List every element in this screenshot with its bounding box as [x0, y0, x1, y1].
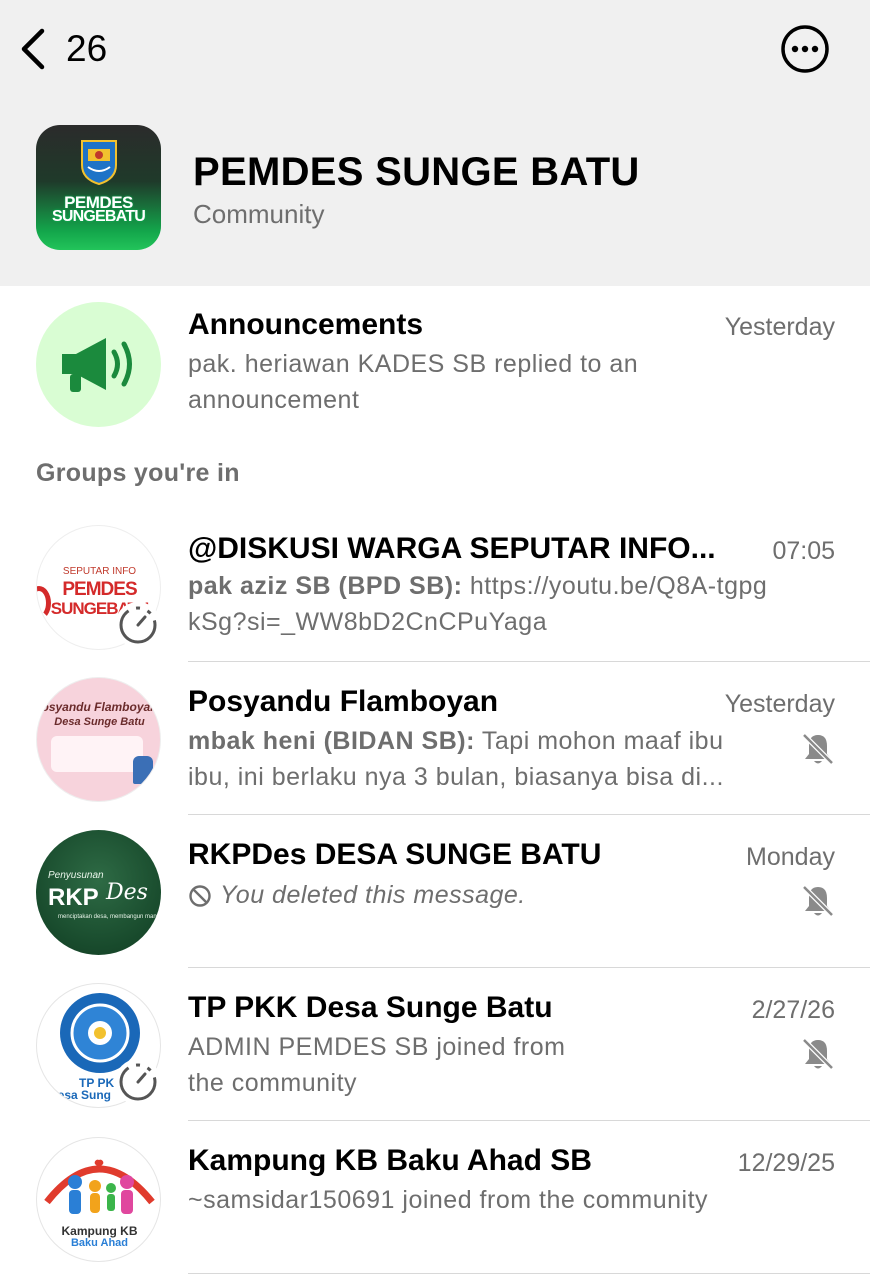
- group-row[interactable]: Penyusunan RKP Des menciptakan desa, mem…: [0, 816, 870, 968]
- group-row[interactable]: Kampung KB Baku Ahad Kampung KB Baku Aha…: [0, 1122, 870, 1280]
- group-preview: ADMIN PEMDES SB joined from the communit…: [188, 1033, 566, 1097]
- avatar-text: osyandu Flamboyan: [41, 700, 158, 714]
- divider: [188, 661, 870, 662]
- group-avatar: osyandu Flamboyan Desa Sunge Batu: [36, 677, 161, 802]
- group-preview: ~samsidar150691 joined from the communit…: [188, 1186, 709, 1214]
- community-avatar[interactable]: PEMDES SUNGEBATU: [36, 125, 161, 250]
- preview-message: You deleted this message.: [220, 881, 526, 909]
- divider: [188, 967, 870, 968]
- back-button[interactable]: 26: [16, 24, 126, 74]
- announcements-avatar: [36, 302, 161, 427]
- group-avatar: Penyusunan RKP Des menciptakan desa, mem…: [36, 830, 161, 955]
- group-title: Posyandu Flamboyan: [188, 685, 499, 718]
- disappearing-timer-icon: [115, 602, 161, 648]
- groups-section-label: Groups you're in: [36, 459, 240, 487]
- divider: [188, 1120, 870, 1121]
- megaphone-icon: [62, 338, 132, 392]
- avatar-text: SEPUTAR INFO: [62, 566, 137, 577]
- preview-sender: mbak heni (BIDAN SB):: [188, 727, 475, 755]
- community-subtitle: Community: [193, 199, 325, 229]
- group-time: 12/29/25: [737, 1149, 835, 1177]
- avatar-text: Penyusunan: [48, 870, 104, 881]
- group-row[interactable]: osyandu Flamboyan Desa Sunge Batu Posyan…: [0, 663, 870, 815]
- divider: [188, 1273, 870, 1274]
- logo-text-line2: SUNGEBATU: [52, 208, 146, 225]
- group-preview: You deleted this message.: [188, 877, 773, 913]
- group-preview: pak aziz SB (BPD SB): https://youtu.be/Q…: [188, 568, 773, 640]
- avatar-text: Desa Sung: [49, 1088, 112, 1102]
- back-count: 26: [66, 28, 108, 69]
- group-time: Monday: [746, 843, 835, 871]
- group-avatar: Kampung KB Baku Ahad: [36, 1137, 161, 1262]
- avatar-text: Kampung KB: [61, 1224, 138, 1238]
- group-preview: mbak heni (BIDAN SB): Tapi mohon maaf ib…: [188, 723, 773, 795]
- group-title: @DISKUSI WARGA SEPUTAR INFO...: [188, 532, 716, 565]
- avatar-text: PEMDES: [62, 579, 137, 600]
- announcements-row[interactable]: Announcements Yesterday pak. heriawan KA…: [0, 286, 870, 446]
- avatar-text: Baku Ahad: [70, 1237, 129, 1249]
- muted-bell-icon: [802, 885, 834, 917]
- muted-bell-icon: [802, 733, 834, 765]
- group-time: 2/27/26: [751, 996, 835, 1024]
- emblem-icon: [81, 140, 117, 185]
- deleted-message-icon: [189, 885, 211, 907]
- community-title: PEMDES SUNGE BATU: [193, 150, 640, 194]
- disappearing-timer-icon: [115, 1059, 161, 1105]
- muted-bell-icon: [802, 1038, 834, 1070]
- avatar-text: RKP: [48, 884, 99, 911]
- announcements-time: Yesterday: [724, 313, 835, 341]
- community-header: 26 PEMDES SUNGEBATU PEMDES SUNGE BATU Co…: [0, 0, 870, 286]
- group-title: TP PKK Desa Sunge Batu: [188, 991, 553, 1024]
- announcements-preview: pak. heriawan KADES SB replied to an ann…: [188, 350, 639, 414]
- group-title: RKPDes DESA SUNGE BATU: [188, 838, 602, 871]
- avatar-text: Des: [106, 880, 148, 905]
- more-options-icon[interactable]: [780, 24, 830, 74]
- announcements-title: Announcements: [188, 308, 424, 341]
- group-title: Kampung KB Baku Ahad SB: [188, 1144, 592, 1177]
- group-time: Yesterday: [724, 690, 835, 718]
- chevron-left-icon: [21, 28, 45, 70]
- family-icon: [44, 1159, 155, 1214]
- preview-sender: pak aziz SB (BPD SB):: [188, 572, 463, 600]
- avatar-text: Desa Sunge Batu: [54, 716, 145, 728]
- divider: [188, 814, 870, 815]
- group-row[interactable]: SEPUTAR INFO PEMDES SUNGEBATU @DISKUSI W…: [0, 510, 870, 662]
- group-row[interactable]: TP PK Desa Sung TP PKK Desa Sunge Batu 2…: [0, 969, 870, 1121]
- avatar-tagline: menciptakan desa, membangun manusia: [58, 914, 161, 920]
- group-time: 07:05: [772, 537, 835, 565]
